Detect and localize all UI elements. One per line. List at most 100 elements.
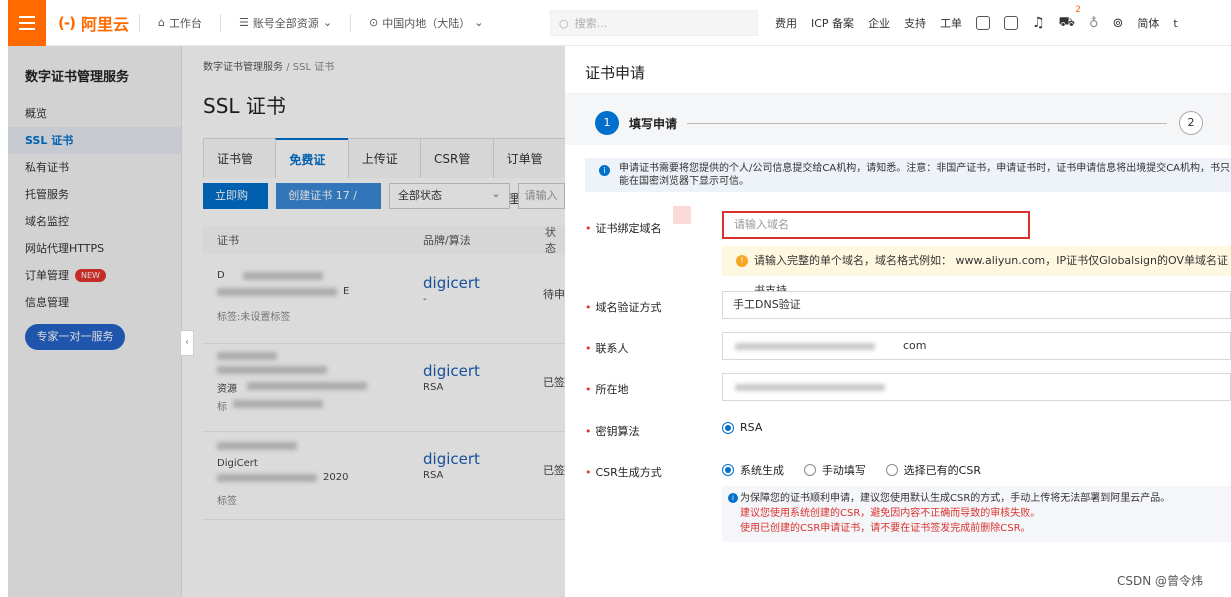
redacted-text: [735, 343, 875, 350]
verify-label: • 域名验证方式: [585, 301, 662, 314]
tab-upload-cert[interactable]: 上传证书: [347, 138, 422, 206]
location-icon: ⊙: [369, 16, 379, 29]
resources-dropdown[interactable]: ☰ 账号全部资源 ⌄: [231, 15, 340, 31]
contact-select[interactable]: com: [722, 332, 1231, 360]
tab-orders[interactable]: 订单管理: [492, 138, 567, 206]
list-icon: ☰: [238, 16, 249, 29]
tab-bar: 证书管理 免费证书 上传证书 CSR管理 订单管理: [203, 138, 567, 207]
breadcrumb-root[interactable]: 数字证书管理服务: [203, 62, 283, 73]
redacted-text: [217, 366, 327, 374]
domain-input[interactable]: 请输入域名: [722, 211, 1030, 239]
region-dropdown[interactable]: ⊙ 中国内地（大陆） ⌄: [361, 15, 491, 31]
breadcrumb-current: SSL 证书: [292, 62, 335, 73]
radio-checked-icon: [722, 421, 734, 434]
sidebar-item-ssl[interactable]: SSL 证书: [8, 127, 181, 154]
page-title: SSL 证书: [203, 94, 286, 118]
user-avatar[interactable]: t: [1173, 17, 1177, 30]
keyalg-rsa-radio[interactable]: RSA: [722, 421, 762, 434]
radio-label: 手动填写: [821, 464, 866, 477]
sidebar-item-hosting[interactable]: 托管服务: [8, 181, 181, 208]
radio-label: RSA: [740, 421, 763, 434]
resources-label: 账号全部资源: [252, 16, 319, 30]
collapse-sidebar-icon[interactable]: ‹: [180, 330, 194, 356]
cert-info: 资源: [217, 384, 237, 395]
link-fees[interactable]: 费用: [775, 15, 797, 31]
table-row[interactable]: 资源 标 digicert RSA 已签: [203, 344, 565, 432]
csr-system-radio[interactable]: 系统生成: [722, 462, 784, 478]
menu-icon[interactable]: [8, 0, 46, 46]
keyalg-radio-group: RSA: [722, 421, 778, 437]
csr-tip-line: 使用已创建的CSR申请证书，请不要在证书签发完成前删除CSR。: [740, 523, 1031, 534]
redacted-text: [217, 442, 297, 450]
action-bar: 立即购买 创建证书 17 / 20 全部状态 请输入: [203, 182, 565, 228]
redacted-text: [735, 384, 885, 391]
link-enterprise[interactable]: 企业: [868, 15, 890, 31]
sidebar-item-private-cert[interactable]: 私有证书: [8, 154, 181, 181]
link-ticket[interactable]: 工单: [940, 15, 962, 31]
sidebar-item-label: 托管服务: [25, 188, 69, 201]
status-text: 已签: [543, 464, 565, 477]
sidebar-item-label: SSL 证书: [25, 134, 74, 147]
table-row[interactable]: DigiCert 2020 标签 digicert RSA 已签: [203, 432, 565, 520]
algo: RSA: [423, 470, 444, 481]
csr-manual-radio[interactable]: 手动填写: [803, 462, 866, 478]
sidebar-item-label: 信息管理: [25, 296, 69, 309]
link-icp[interactable]: ICP 备案: [811, 15, 854, 31]
redacted-text: [247, 382, 367, 390]
search-placeholder: 搜索...: [574, 17, 608, 30]
digicert-logo: digicert RSA: [423, 450, 480, 481]
location-select[interactable]: [722, 373, 1231, 401]
digicert-logo: digicert RSA: [423, 362, 480, 393]
buy-button[interactable]: 立即购买: [203, 183, 269, 228]
domain-label: • 证书绑定域名: [585, 222, 662, 235]
cart-icon[interactable]: ⛟ 2: [1059, 5, 1081, 32]
csr-existing-radio[interactable]: 选择已有的CSR: [885, 462, 981, 478]
sidebar-item-orders[interactable]: 订单管理 NEW: [8, 262, 181, 289]
bell-icon[interactable]: ♫: [1032, 15, 1045, 31]
redacted-text: [217, 352, 277, 360]
sidebar-item-domain-monitor[interactable]: 域名监控: [8, 208, 181, 235]
contact-value: com: [903, 339, 927, 352]
breadcrumb-separator: /: [286, 62, 290, 73]
terminal-icon[interactable]: [1004, 16, 1019, 30]
csr-tip-line: 为保障您的证书顺利申请，建议您使用默认生成CSR的方式，手动上传将无法部署到阿里…: [740, 493, 1171, 504]
sidebar-item-overview[interactable]: 概览: [8, 100, 181, 127]
expert-service-button[interactable]: 专家一对一服务: [25, 324, 125, 350]
col-status: 状态: [545, 226, 556, 255]
search-input[interactable]: ○ 搜索...: [550, 10, 758, 36]
divider: [350, 13, 352, 32]
cert-tag: 标签: [217, 496, 237, 507]
redacted-text: [233, 400, 323, 408]
link-support[interactable]: 支持: [904, 15, 926, 31]
cert-search-input[interactable]: 请输入: [517, 183, 565, 209]
csr-label: • CSR生成方式: [585, 466, 662, 479]
region-label: 中国内地（大陆）: [382, 16, 471, 30]
help-icon[interactable]: ⊚: [1113, 16, 1124, 31]
status-filter-select[interactable]: 全部状态: [389, 182, 510, 209]
verify-method-select[interactable]: 手工DNS验证: [722, 291, 1231, 319]
sidebar: 数字证书管理服务 概览 SSL 证书 私有证书 托管服务 域名监控 网站代理HT…: [8, 46, 182, 597]
digicert-logo: digicert -: [423, 274, 480, 305]
tab-csr[interactable]: CSR管理: [420, 138, 494, 206]
divider: [219, 13, 221, 32]
app-icon[interactable]: [976, 16, 991, 30]
status-text: 待申: [543, 288, 565, 301]
sidebar-item-proxy-https[interactable]: 网站代理HTTPS: [8, 235, 181, 262]
search-icon: ○: [559, 16, 569, 30]
sidebar-item-info[interactable]: 信息管理: [8, 289, 181, 316]
tab-cert-manage[interactable]: 证书管理: [203, 138, 277, 206]
lightbulb-icon[interactable]: ♁: [1089, 16, 1099, 31]
table-row[interactable]: D E 标签:未设置标签 digicert - 待申: [203, 256, 565, 344]
step-1-circle: 1: [595, 111, 619, 135]
sidebar-item-label: 域名监控: [25, 215, 69, 228]
tab-free-cert[interactable]: 免费证书: [275, 138, 349, 207]
create-cert-button[interactable]: 创建证书 17 / 20: [276, 183, 382, 228]
language-switch[interactable]: 简体: [1137, 15, 1159, 31]
workbench-link[interactable]: ⌂ 工作台: [150, 15, 210, 31]
step-connector: [687, 123, 1167, 124]
redacted-text: [217, 288, 337, 296]
radio-unchecked-icon: [885, 464, 898, 476]
sidebar-item-label: 网站代理HTTPS: [25, 242, 105, 255]
cert-info: E: [343, 286, 350, 297]
aliyun-logo[interactable]: (-) 阿里云: [58, 11, 129, 35]
